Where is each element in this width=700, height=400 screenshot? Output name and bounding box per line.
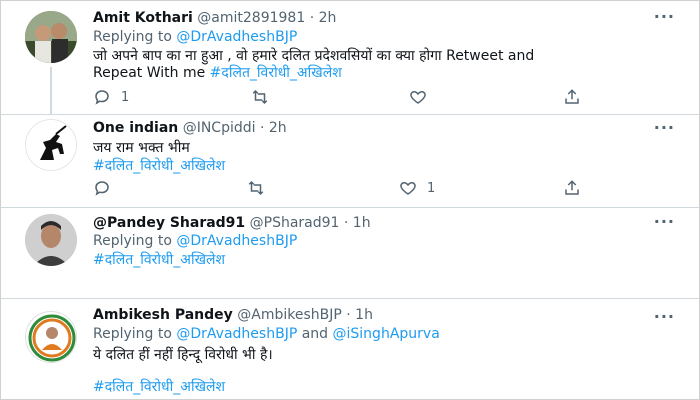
more-icon[interactable]: ···	[654, 307, 675, 326]
tweet-text: जय राम भक्त भीम	[93, 140, 190, 156]
timestamp[interactable]: · 1h	[346, 307, 373, 323]
retweet-button[interactable]	[247, 178, 265, 198]
reply-button[interactable]: 1	[93, 87, 129, 107]
share-icon	[565, 89, 579, 104]
mention-link[interactable]: @DrAvadheshBJP	[176, 29, 297, 45]
mention-link[interactable]: @DrAvadheshBJP	[176, 326, 297, 342]
tweet-thread: Amit Kothari @amit2891981 · 2h ··· Reply…	[0, 0, 700, 400]
tweet-header: One indian @INCpiddi · 2h	[93, 120, 287, 136]
author-handle[interactable]: @amit2891981	[197, 10, 305, 26]
like-button[interactable]: 1	[399, 178, 435, 198]
hashtag-link[interactable]: #दलित_विरोधी_अखिलेश	[93, 250, 225, 269]
heart-icon	[400, 181, 416, 195]
avatar[interactable]	[25, 214, 77, 266]
more-icon[interactable]: ···	[654, 7, 675, 26]
replying-to: Replying to @DrAvadheshBJP	[93, 29, 298, 45]
tweet-text-line2: Repeat With me #दलित_विरोधी_अखिलेश	[93, 65, 342, 81]
tweet-header: Amit Kothari @amit2891981 · 2h	[93, 10, 336, 26]
reply-button[interactable]	[93, 178, 111, 198]
author-handle[interactable]: @PSharad91	[250, 215, 340, 231]
timestamp[interactable]: · 1h	[344, 215, 371, 231]
tweet-pandey-sharad[interactable]: @Pandey Sharad91 @PSharad91 · 1h ··· Rep…	[1, 208, 699, 298]
reply-count: 1	[121, 89, 130, 105]
retweet-icon	[248, 180, 264, 196]
timestamp[interactable]: · 2h	[260, 120, 287, 136]
tweet-text: ये दलित हीं नहीं हिन्दू विरोधी भी है।	[93, 347, 273, 363]
reply-icon	[95, 181, 109, 196]
mention-link-2[interactable]: @iSinghApurva	[333, 326, 440, 342]
timestamp[interactable]: · 2h	[310, 10, 337, 26]
replying-to: Replying to @DrAvadheshBJP and @iSinghAp…	[93, 326, 440, 342]
author-name[interactable]: Ambikesh Pandey	[93, 307, 233, 323]
more-icon[interactable]: ···	[654, 118, 675, 137]
like-button[interactable]	[409, 87, 427, 107]
hashtag-link[interactable]: #दलित_विरोधी_अखिलेश	[210, 65, 342, 81]
like-count: 1	[427, 180, 436, 196]
share-icon	[565, 180, 579, 195]
hashtag-link[interactable]: #दलित_विरोधी_अखिलेश	[93, 377, 225, 396]
reply-icon	[95, 90, 109, 105]
share-button[interactable]	[563, 87, 581, 107]
author-name[interactable]: One indian	[93, 120, 178, 136]
share-button[interactable]	[563, 178, 581, 198]
author-handle[interactable]: @INCpiddi	[183, 120, 256, 136]
tweet-one-indian[interactable]: One indian @INCpiddi · 2h ··· जय राम भक्…	[1, 115, 699, 207]
retweet-icon	[252, 89, 268, 105]
tweet-amit-kothari[interactable]: Amit Kothari @amit2891981 · 2h ··· Reply…	[1, 1, 699, 115]
author-name[interactable]: Amit Kothari	[93, 10, 193, 26]
hashtag-link[interactable]: #दलित_विरोधी_अखिलेश	[93, 156, 225, 175]
mention-link[interactable]: @DrAvadheshBJP	[176, 233, 297, 249]
heart-icon	[410, 90, 426, 104]
author-handle[interactable]: @AmbikeshBJP	[237, 307, 342, 323]
tweet-header: Ambikesh Pandey @AmbikeshBJP · 1h	[93, 307, 373, 323]
tweet-actions: 1	[93, 178, 593, 198]
author-name[interactable]: @Pandey Sharad91	[93, 215, 245, 231]
avatar[interactable]	[25, 11, 77, 63]
retweet-button[interactable]	[251, 87, 269, 107]
tweet-actions: 1	[93, 87, 593, 107]
avatar[interactable]	[25, 119, 77, 171]
tweet-header: @Pandey Sharad91 @PSharad91 · 1h	[93, 215, 371, 231]
replying-to: Replying to @DrAvadheshBJP	[93, 233, 298, 249]
thread-connector	[50, 67, 52, 115]
tweet-ambikesh-pandey[interactable]: Ambikesh Pandey @AmbikeshBJP · 1h ··· Re…	[1, 299, 699, 399]
avatar[interactable]	[25, 311, 77, 363]
more-icon[interactable]: ···	[654, 212, 675, 231]
